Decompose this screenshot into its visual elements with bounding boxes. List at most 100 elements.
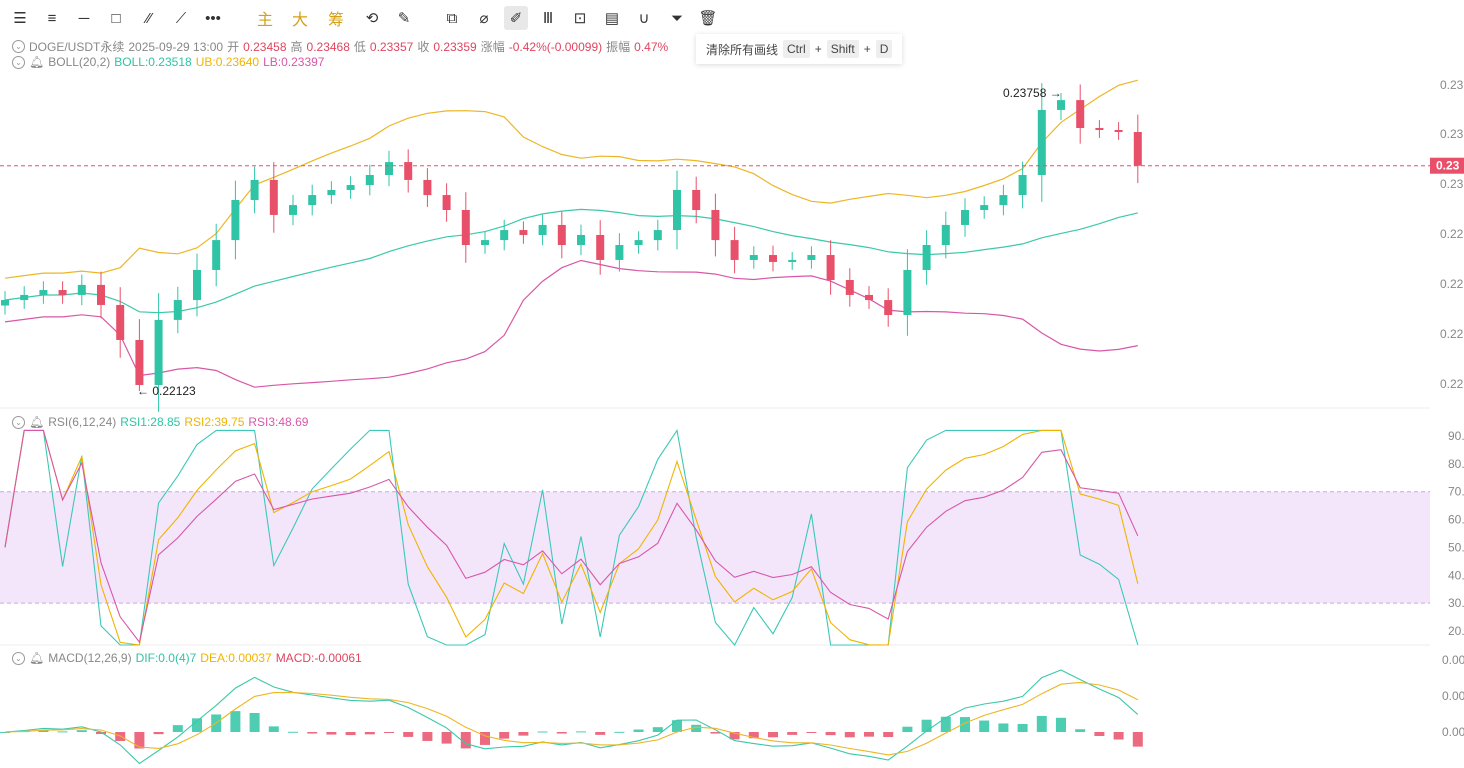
price-axis-label: 0.23 bbox=[1440, 78, 1464, 92]
tooltip-label: 清除所有画线 bbox=[706, 42, 779, 57]
candle-body bbox=[596, 234, 605, 260]
macd-histogram-bar bbox=[1056, 717, 1066, 732]
collapse-icon[interactable]: ⌄ bbox=[12, 415, 25, 429]
bell-icon[interactable]: 🔔︎ bbox=[29, 55, 44, 69]
macd-histogram-bar bbox=[921, 719, 932, 732]
candle-body bbox=[999, 195, 1008, 206]
change-label: 涨幅 bbox=[480, 40, 505, 54]
ruler-icon[interactable]: ⌀ bbox=[472, 6, 496, 30]
bell-icon[interactable]: 🔔︎ bbox=[29, 651, 44, 665]
candle-body bbox=[97, 284, 105, 305]
settings-sliders-icon[interactable]: ☰ bbox=[8, 6, 32, 30]
candle-body bbox=[231, 199, 240, 241]
candle-body bbox=[519, 230, 528, 235]
candle-body bbox=[116, 304, 125, 340]
candle-body bbox=[577, 234, 585, 246]
candle-body bbox=[154, 319, 163, 385]
low-label: 低 bbox=[353, 40, 366, 54]
filter-icon[interactable]: ⏷ bbox=[665, 6, 689, 30]
candle-body bbox=[193, 269, 201, 301]
candle-body bbox=[941, 224, 950, 246]
max-price-annotation: 0.23758 → bbox=[1003, 86, 1062, 100]
candle-body bbox=[692, 189, 701, 211]
trend-line-icon[interactable]: ⟋ bbox=[169, 6, 193, 30]
rectangle-icon[interactable]: □ bbox=[104, 6, 128, 30]
candle-type-icon[interactable]: Ⅲ bbox=[536, 6, 560, 30]
more-dots-icon[interactable]: ••• bbox=[201, 6, 225, 30]
collapse-icon[interactable]: ⌄ bbox=[12, 55, 25, 69]
amplitude-label: 振幅 bbox=[606, 40, 631, 54]
time-label: 2025-09-29 13:00 bbox=[128, 39, 224, 54]
open-value: 0.23458 bbox=[243, 39, 287, 54]
candle-body bbox=[1095, 127, 1104, 130]
candle-body bbox=[346, 185, 355, 190]
trash-icon[interactable]: 🗑 bbox=[696, 6, 720, 30]
magnet-icon[interactable]: ∪ bbox=[632, 6, 656, 30]
high-label: 高 bbox=[290, 40, 303, 54]
macd-histogram-bar bbox=[902, 726, 913, 732]
rsi-name: RSI(6,12,24) bbox=[48, 415, 117, 429]
collapse-icon[interactable]: ⌄ bbox=[12, 40, 25, 53]
rsi1-value: RSI1:28.85 bbox=[120, 415, 181, 429]
key-d: D bbox=[875, 40, 893, 58]
pen-draw-icon[interactable]: ✐ bbox=[504, 6, 528, 30]
macd-histogram-bar bbox=[268, 726, 279, 732]
candle-body bbox=[634, 240, 643, 246]
lock-icon[interactable]: ⊡ bbox=[568, 6, 592, 30]
macd-histogram-bar bbox=[979, 720, 990, 732]
ohlc-info-row: ⌄ DOGE/USDT永续 2025-09-29 13:00 开 0.23458 … bbox=[12, 38, 668, 55]
rsi-axis-label: 90. bbox=[1448, 429, 1464, 443]
menu-lines-icon[interactable]: ≡ bbox=[40, 6, 64, 30]
close-label: 收 bbox=[417, 40, 430, 54]
macd-histogram-bar bbox=[1036, 715, 1047, 732]
candle-body bbox=[77, 284, 86, 295]
rsi-legend: ⌄ 🔔︎ RSI(6,12,24) RSI1:28.85 RSI2:39.75 … bbox=[12, 415, 308, 429]
boll-ub: UB:0.23640 bbox=[195, 55, 260, 69]
copy-icon[interactable]: ⧉ bbox=[440, 6, 464, 30]
main-indicator-button[interactable]: 主 bbox=[253, 6, 277, 30]
plus: + bbox=[814, 42, 822, 56]
macd-histogram-bar bbox=[806, 732, 817, 733]
candle-body bbox=[250, 179, 259, 200]
dea-value: DEA:0.00037 bbox=[200, 651, 272, 665]
drawing-tools-icon[interactable]: ✎ bbox=[392, 6, 416, 30]
horizontal-line-icon[interactable]: ─ bbox=[72, 6, 96, 30]
macd-histogram-bar bbox=[499, 732, 510, 739]
macd-histogram-bar bbox=[153, 732, 164, 735]
candle-body bbox=[865, 294, 873, 301]
edit-note-icon[interactable]: ▤ bbox=[600, 6, 624, 30]
macd-histogram-bar bbox=[230, 711, 241, 732]
macd-histogram-bar bbox=[1113, 732, 1124, 740]
candle-body bbox=[653, 230, 662, 241]
candle-body bbox=[269, 179, 278, 215]
rsi-axis-label: 60. bbox=[1448, 513, 1464, 527]
macd-histogram-bar bbox=[441, 732, 452, 744]
macd-histogram-bar bbox=[326, 732, 337, 735]
collapse-icon[interactable]: ⌄ bbox=[12, 651, 25, 665]
rsi-axis-label: 50. bbox=[1448, 540, 1464, 554]
macd-histogram-bar bbox=[652, 727, 663, 732]
macd-histogram-bar bbox=[595, 732, 606, 735]
replay-icon[interactable]: ⟲ bbox=[360, 6, 384, 30]
price-axis-label: 0.22 bbox=[1440, 377, 1464, 391]
macd-histogram-bar bbox=[403, 732, 414, 737]
clear-drawings-tooltip: 清除所有画线 Ctrl + Shift + D bbox=[696, 34, 902, 64]
candle-body bbox=[1114, 129, 1123, 132]
candle-body bbox=[1133, 131, 1142, 166]
chip-distribution-button[interactable]: 筹 bbox=[324, 6, 348, 30]
candle-body bbox=[385, 162, 393, 176]
macd-histogram-bar bbox=[537, 731, 548, 733]
rsi-axis-label: 20. bbox=[1448, 624, 1464, 638]
candle-body bbox=[538, 224, 547, 235]
big-trade-button[interactable]: 大 bbox=[288, 6, 312, 30]
wave-pattern-icon[interactable]: ⁄⁄ bbox=[137, 6, 161, 30]
bell-icon[interactable]: 🔔︎ bbox=[29, 415, 44, 429]
candle-body bbox=[308, 195, 317, 206]
macd-value: MACD:-0.00061 bbox=[275, 651, 362, 665]
macd-histogram-bar bbox=[787, 732, 798, 735]
price-axis-label: 0.22 bbox=[1440, 327, 1464, 341]
macd-legend: ⌄ 🔔︎ MACD(12,26,9) DIF:0.0(4)7 DEA:0.000… bbox=[12, 651, 362, 665]
macd-histogram-bar bbox=[384, 732, 394, 733]
macd-histogram-bar bbox=[172, 725, 183, 732]
macd-axis-label: 0.00 bbox=[1442, 689, 1464, 703]
